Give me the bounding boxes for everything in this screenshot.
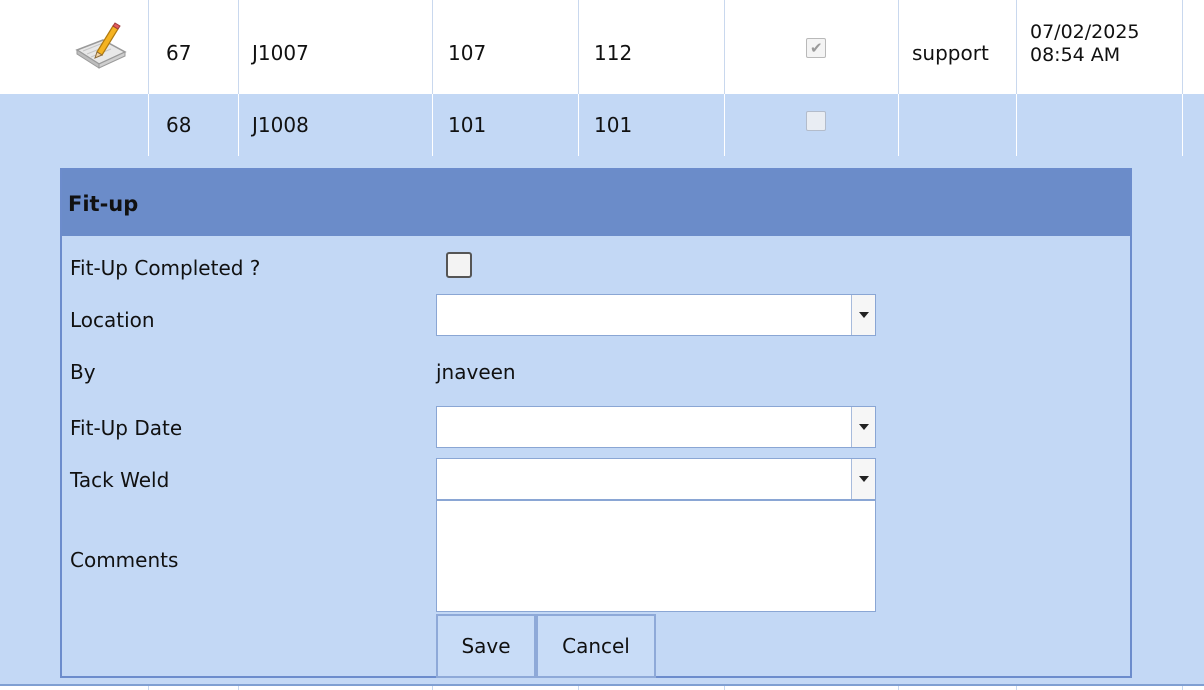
cell-value-b: 112 (594, 41, 633, 65)
chevron-down-icon (859, 424, 869, 430)
joint-id: J1008 (252, 113, 309, 137)
location-dropdown[interactable] (436, 294, 876, 336)
fitup-edit-panel: Fit-up Fit-Up Completed ? Location By jn… (60, 168, 1132, 678)
fitup-completed-checkbox[interactable] (446, 252, 472, 278)
checkmark-icon: ✔ (810, 39, 823, 57)
chevron-down-icon (859, 312, 869, 318)
column-divider (578, 0, 579, 94)
column-divider (724, 94, 725, 156)
edit-pencil-icon[interactable] (73, 20, 129, 70)
column-divider (1182, 94, 1183, 156)
tack-weld-label: Tack Weld (70, 468, 170, 492)
cell-value-b: 101 (594, 113, 633, 137)
tack-weld-dropdown[interactable] (436, 458, 876, 500)
cancel-button[interactable]: Cancel (536, 614, 656, 678)
chevron-down-icon (859, 476, 869, 482)
row-checkbox[interactable] (806, 111, 826, 131)
table-row[interactable]: 68 J1008 101 101 (0, 94, 1204, 156)
column-divider (1182, 686, 1183, 690)
column-divider (148, 0, 149, 94)
column-divider (1016, 0, 1017, 94)
column-divider (148, 686, 149, 690)
column-divider (432, 94, 433, 156)
cell-value-a: 101 (448, 113, 487, 137)
fitup-date-label: Fit-Up Date (70, 416, 183, 440)
column-divider (238, 94, 239, 156)
date-cell: 07/02/2025 (1030, 21, 1140, 43)
column-divider (578, 686, 579, 690)
column-divider (724, 686, 725, 690)
column-divider (898, 0, 899, 94)
column-divider (898, 94, 899, 156)
comments-textarea[interactable] (436, 500, 876, 612)
panel-header: Fit-up (62, 170, 1130, 236)
column-divider (432, 686, 433, 690)
column-divider (724, 0, 725, 94)
fitup-date-picker[interactable] (436, 406, 876, 448)
column-divider (432, 0, 433, 94)
column-divider (1016, 686, 1017, 690)
cell-value-a: 107 (448, 41, 487, 65)
column-divider (578, 94, 579, 156)
column-divider (238, 0, 239, 94)
joint-grid: 67 J1007 107 112 ✔ support 07/02/2025 08… (0, 0, 1204, 690)
row-number: 68 (166, 113, 192, 137)
column-divider (238, 686, 239, 690)
comments-label: Comments (70, 548, 179, 572)
joint-id: J1007 (252, 41, 309, 65)
table-row[interactable]: 67 J1007 107 112 ✔ support 07/02/2025 08… (0, 0, 1204, 94)
time-cell: 08:54 AM (1030, 44, 1121, 66)
row-number: 67 (166, 41, 192, 65)
fitup-completed-label: Fit-Up Completed ? (70, 256, 261, 280)
by-label: By (70, 360, 96, 384)
column-divider (898, 686, 899, 690)
grid-bottom-border (0, 684, 1204, 690)
tack-weld-dropdown-button[interactable] (851, 459, 875, 499)
panel-title: Fit-up (68, 192, 139, 216)
column-divider (1182, 0, 1183, 94)
fitup-date-dropdown-button[interactable] (851, 407, 875, 447)
location-dropdown-button[interactable] (851, 295, 875, 335)
by-value: jnaveen (436, 360, 516, 384)
column-divider (1016, 94, 1017, 156)
user-cell: support (912, 41, 989, 65)
location-label: Location (70, 308, 155, 332)
row-checkbox[interactable]: ✔ (806, 38, 826, 58)
column-divider (148, 94, 149, 156)
save-button[interactable]: Save (436, 614, 536, 678)
